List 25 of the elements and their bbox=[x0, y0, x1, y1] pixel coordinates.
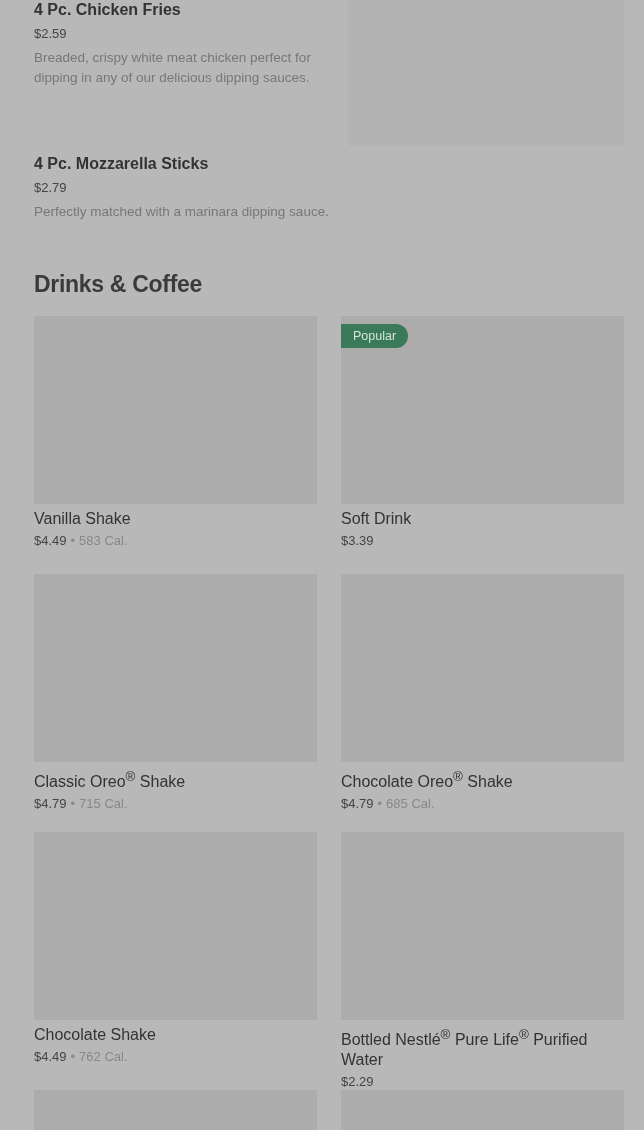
separator-dot: • bbox=[70, 533, 76, 549]
item-name[interactable]: Chocolate Oreo$^{®}$ Shake bbox=[341, 767, 513, 793]
separator-dot: • bbox=[70, 796, 76, 813]
section-title: Drinks & Coffee bbox=[34, 270, 204, 298]
item-name[interactable]: Vanilla Shake bbox=[34, 509, 131, 529]
item-name[interactable]: Bottled Nestlé$^{®}$ Pure Life$^{®}$ Purified Water bbox=[341, 1025, 624, 1071]
item-price: $2.59 bbox=[34, 26, 67, 42]
item-price: $4.49 bbox=[34, 533, 67, 549]
item-name[interactable]: Classic Oreo$^{®}$ Shake bbox=[34, 767, 186, 793]
item-name[interactable]: 4 Pc. Chicken Fries bbox=[34, 0, 181, 20]
item-price: $4.79 bbox=[341, 796, 374, 813]
item-price: $4.79 bbox=[34, 796, 67, 813]
item-name[interactable]: 4 Pc. Mozzarella Sticks bbox=[34, 154, 209, 174]
item-price: $2.79 bbox=[34, 180, 67, 196]
item-price: $2.29 bbox=[341, 1074, 374, 1091]
item-description: Perfectly matched with a marinara dipping sauce. bbox=[34, 203, 329, 221]
separator-dot: • bbox=[70, 1049, 76, 1065]
popular-badge: Popular bbox=[341, 324, 409, 348]
image-placeholder[interactable] bbox=[341, 316, 624, 504]
item-name[interactable]: Soft Drink bbox=[341, 509, 412, 529]
item-description: Breaded, crispy white meat chicken perfect for dipping in any of our delicious dipping sauces. bbox=[34, 49, 312, 87]
item-price: $4.49 bbox=[34, 1049, 67, 1065]
item-name[interactable]: Chocolate Shake bbox=[34, 1025, 156, 1045]
item-price: $3.39 bbox=[341, 533, 374, 549]
separator-dot: • bbox=[377, 796, 383, 813]
